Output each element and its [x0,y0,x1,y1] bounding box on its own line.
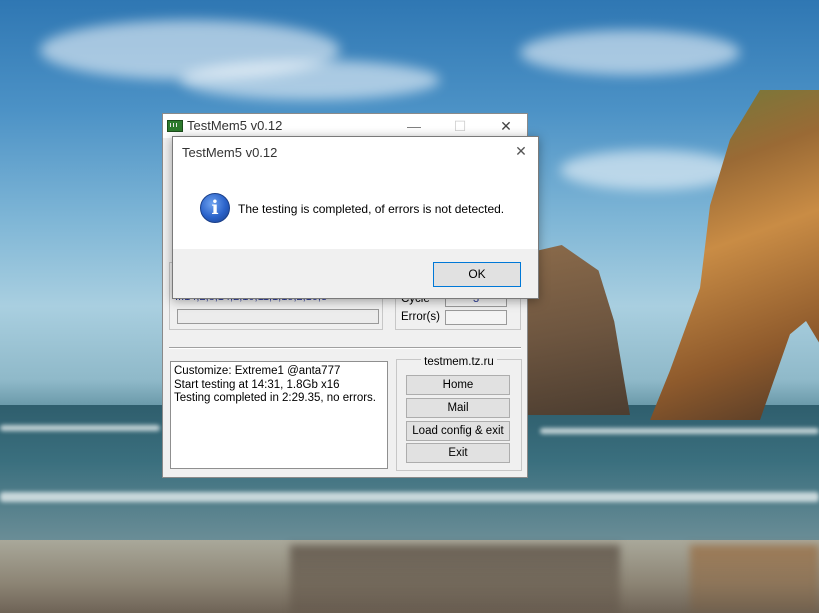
main-titlebar[interactable]: TestMem5 v0.12 — ☐ ✕ [163,114,527,138]
cloud [560,150,740,190]
log-line: Customize: Extreme1 @anta777 [174,365,341,377]
dialog-message: The testing is completed, of errors is n… [238,202,505,216]
ok-button[interactable]: OK [433,262,521,287]
home-button[interactable]: Home [406,375,510,395]
minimize-button[interactable]: — [391,114,437,138]
cloud [180,60,440,100]
site-caption: testmem.tz.ru [397,356,521,368]
mail-button[interactable]: Mail [406,398,510,418]
dialog-title: TestMem5 v0.12 [182,145,278,160]
links-group: testmem.tz.ru Home Mail Load config & ex… [396,356,522,471]
rock-reflection [690,545,819,613]
wave-foam [0,492,819,502]
wave-foam [0,425,160,431]
errors-label: Error(s) [401,311,440,323]
close-button[interactable]: ✕ [483,114,529,138]
load-config-exit-button[interactable]: Load config & exit [406,421,510,441]
cloud [520,30,740,75]
wave-foam [540,428,819,434]
exit-button[interactable]: Exit [406,443,510,463]
dialog-close-button[interactable]: ✕ [504,137,538,165]
rock [525,245,630,415]
rock-arch [650,90,819,420]
separator [169,347,521,349]
progress-bar [177,309,379,324]
main-window-title: TestMem5 v0.12 [187,118,283,133]
completion-dialog: TestMem5 v0.12 ✕ i The testing is comple… [172,136,539,299]
rock-reflection [290,545,620,613]
maximize-button[interactable]: ☐ [437,114,483,138]
info-icon: i [200,193,230,223]
site-label: testmem.tz.ru [421,356,497,368]
log-box[interactable]: Customize: Extreme1 @anta777 Start testi… [170,361,388,469]
log-line: Testing completed in 2:29.35, no errors. [174,392,377,404]
log-line: Start testing at 14:31, 1.8Gb x16 [174,378,340,391]
memory-chip-icon [167,120,183,132]
errors-value [445,310,507,325]
